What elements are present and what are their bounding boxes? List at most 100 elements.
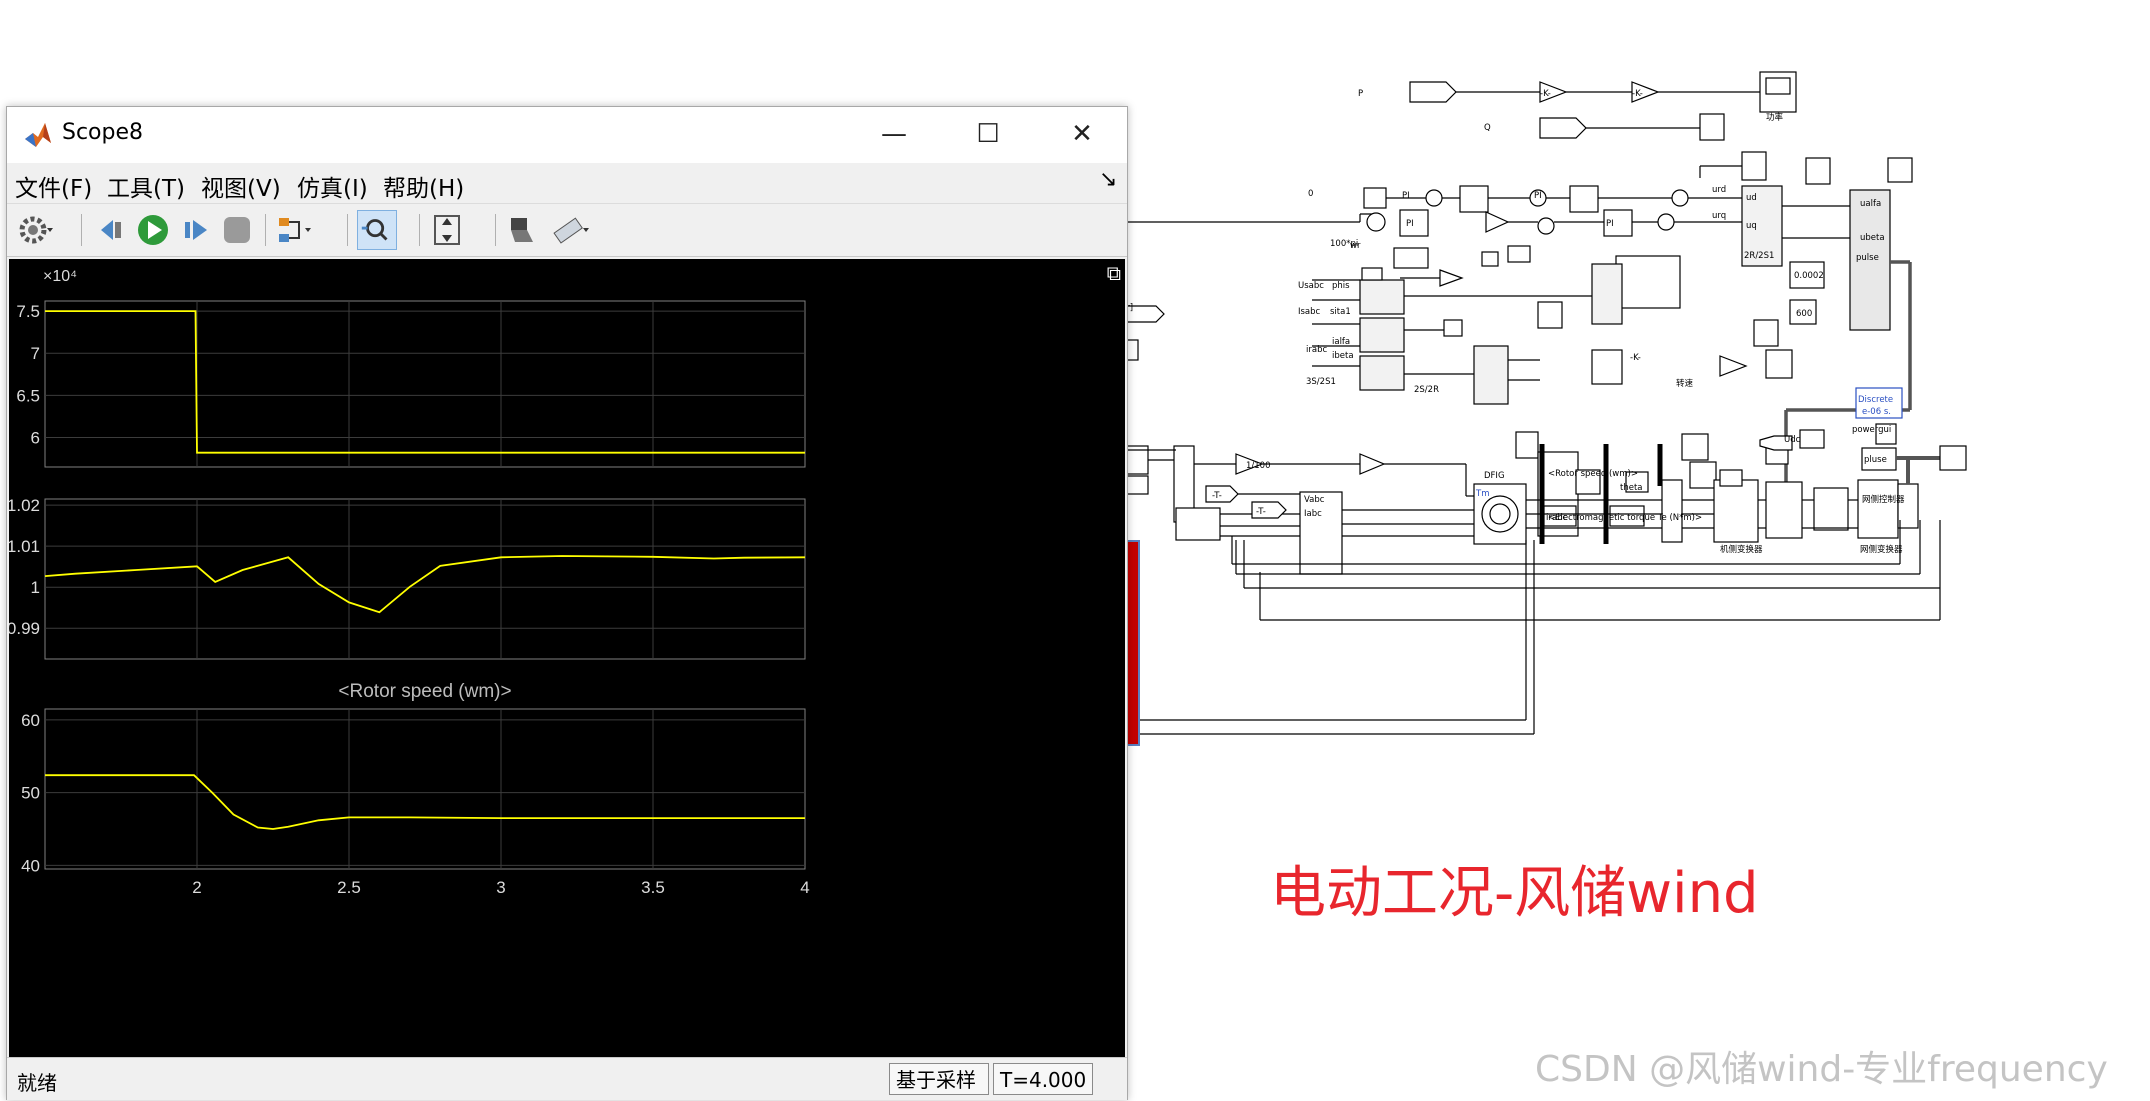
svg-text:urq: urq: [1712, 211, 1726, 221]
svg-text:PI: PI: [1534, 191, 1542, 201]
y-tick-label: 7: [31, 344, 40, 363]
series-line: [45, 774, 805, 830]
svg-text:PI: PI: [1402, 191, 1410, 201]
svg-text:PI: PI: [1406, 219, 1414, 229]
svg-text:600: 600: [1796, 309, 1812, 319]
y-tick-label: 1.02: [9, 496, 40, 515]
step-back-icon[interactable]: [91, 210, 131, 250]
svg-text:Vabc: Vabc: [1304, 495, 1325, 505]
scope-window: Scope8 — ☐ ✕ 文件(F) 工具(T) 视图(V) 仿真(I) 帮助(…: [6, 106, 1128, 1100]
svg-text:urd: urd: [1712, 185, 1726, 195]
measure-icon[interactable]: [549, 210, 589, 250]
svg-text:-K-: -K-: [1632, 89, 1643, 99]
svg-text:uq: uq: [1746, 221, 1757, 231]
window-title: Scope8: [62, 120, 144, 145]
svg-text:-T-: -T-: [1212, 491, 1222, 501]
x-tick-label: 3: [496, 878, 505, 897]
svg-text:pulse: pulse: [1856, 253, 1879, 263]
svg-text:pluse: pluse: [1864, 455, 1887, 465]
status-bar: 就绪 基于采样 T=4.000: [7, 1057, 1127, 1100]
y-tick-label: 7.5: [16, 302, 40, 321]
dock-icon[interactable]: ↘: [1099, 167, 1117, 192]
matlab-logo-icon: [25, 123, 51, 147]
x-tick-label: 3.5: [641, 878, 665, 897]
menu-view[interactable]: 视图(V): [201, 169, 281, 203]
axes-frame: [44, 498, 806, 660]
sim-time-label: T=4.000: [993, 1063, 1093, 1095]
svg-text:3S/2S1: 3S/2S1: [1306, 377, 1336, 387]
undock-icon[interactable]: ⧉: [1107, 261, 1121, 285]
y-tick-label: 1: [31, 578, 40, 597]
menu-simulation[interactable]: 仿真(I): [297, 169, 368, 203]
menu-help[interactable]: 帮助(H): [383, 169, 464, 203]
title-bar[interactable]: Scope8 — ☐ ✕: [7, 107, 1127, 163]
svg-text:1/100: 1/100: [1246, 461, 1271, 471]
scope-plots: 7.5 7 6.5 6 1.02 1.01 1 0.99 60 50 40 ×10⁴ <Rotor sp…: [7, 268, 810, 897]
y-tick-label: 60: [21, 711, 40, 730]
scope-plot-area[interactable]: 7.5 7 6.5 6 1.02 1.01 1 0.99 60 50 40 ×10⁴ <Rotor sp…: [7, 259, 1125, 1057]
svg-text:<Rotor speed (wm)>: <Rotor speed (wm)>: [1548, 469, 1638, 479]
signal-select-icon[interactable]: [275, 210, 315, 250]
autoscale-icon[interactable]: [427, 210, 467, 250]
settings-icon[interactable]: [15, 210, 55, 250]
annotation-caption: 电动工况-风储wind: [1270, 861, 1759, 926]
svg-text:<Electromagnetic torque Te (N*: <Electromagnetic torque Te (N*m)>: [1548, 513, 1702, 523]
svg-text:2S/2R: 2S/2R: [1414, 385, 1439, 395]
svg-text:机侧变换器: 机侧变换器: [1720, 544, 1763, 555]
svg-text:0: 0: [1308, 189, 1313, 199]
y-tick-label: 1.01: [9, 537, 40, 556]
exponent-label: ×10⁴: [43, 268, 77, 285]
svg-text:ialfa: ialfa: [1332, 337, 1350, 347]
stop-icon[interactable]: [217, 210, 257, 250]
block-highlight: [1126, 540, 1140, 746]
maximize-button[interactable]: ☐: [941, 107, 1035, 163]
series-line: [44, 555, 806, 614]
svg-text:DFIG: DFIG: [1484, 471, 1505, 481]
run-icon[interactable]: [133, 210, 173, 250]
axes-frame: [44, 708, 806, 870]
svg-text:phis: phis: [1332, 281, 1350, 291]
plot-title: <Rotor speed (wm)>: [338, 681, 511, 702]
svg-text:0.0002: 0.0002: [1794, 271, 1824, 281]
svg-text:irabc: irabc: [1546, 513, 1567, 523]
step-forward-icon[interactable]: [175, 210, 215, 250]
y-tick-label: 50: [21, 784, 40, 803]
highlight-icon[interactable]: [503, 210, 543, 250]
svg-text:-T-: -T-: [1256, 507, 1266, 517]
svg-text:转速: 转速: [1676, 378, 1694, 389]
svg-text:irabc: irabc: [1306, 345, 1327, 355]
minimize-button[interactable]: —: [847, 107, 941, 163]
svg-text:wr: wr: [1350, 241, 1361, 251]
menu-file[interactable]: 文件(F): [15, 169, 92, 203]
svg-text:Q: Q: [1484, 123, 1491, 133]
sample-mode-label: 基于采样: [889, 1063, 989, 1095]
svg-text:Usabc: Usabc: [1298, 281, 1324, 291]
series-line: [45, 310, 805, 454]
svg-text:2R/2S1: 2R/2S1: [1744, 251, 1774, 261]
y-tick-label: 0.99: [9, 619, 40, 638]
svg-text:Udc: Udc: [1784, 435, 1801, 445]
svg-text:-K-: -K-: [1630, 353, 1641, 363]
svg-text:功率: 功率: [1766, 112, 1784, 123]
close-button[interactable]: ✕: [1035, 107, 1129, 163]
x-tick-label: 2: [192, 878, 201, 897]
svg-text:ubeta: ubeta: [1860, 233, 1885, 243]
svg-text:PI: PI: [1606, 219, 1614, 229]
svg-text:powergui: powergui: [1852, 425, 1891, 435]
svg-text:sita1: sita1: [1330, 307, 1351, 317]
svg-text:P: P: [1358, 89, 1363, 99]
zoom-icon[interactable]: [357, 210, 397, 250]
y-tick-label: 6.5: [16, 386, 40, 405]
watermark-text: CSDN @风储wind-专业frequency: [1535, 1049, 2108, 1090]
menu-bar: 文件(F) 工具(T) 视图(V) 仿真(I) 帮助(H) ↘: [7, 163, 1127, 203]
svg-text:Tm: Tm: [1475, 489, 1489, 499]
svg-text:ud: ud: [1746, 193, 1757, 203]
svg-text:ibeta: ibeta: [1332, 351, 1354, 361]
menu-tools[interactable]: 工具(T): [107, 169, 185, 203]
svg-text:网侧变换器: 网侧变换器: [1860, 544, 1903, 555]
svg-text:ualfa: ualfa: [1860, 199, 1881, 209]
y-tick-label: 6: [31, 429, 40, 448]
svg-text:-K-: -K-: [1540, 89, 1551, 99]
axes-frame: [44, 300, 806, 468]
x-tick-label: 4: [800, 878, 809, 897]
